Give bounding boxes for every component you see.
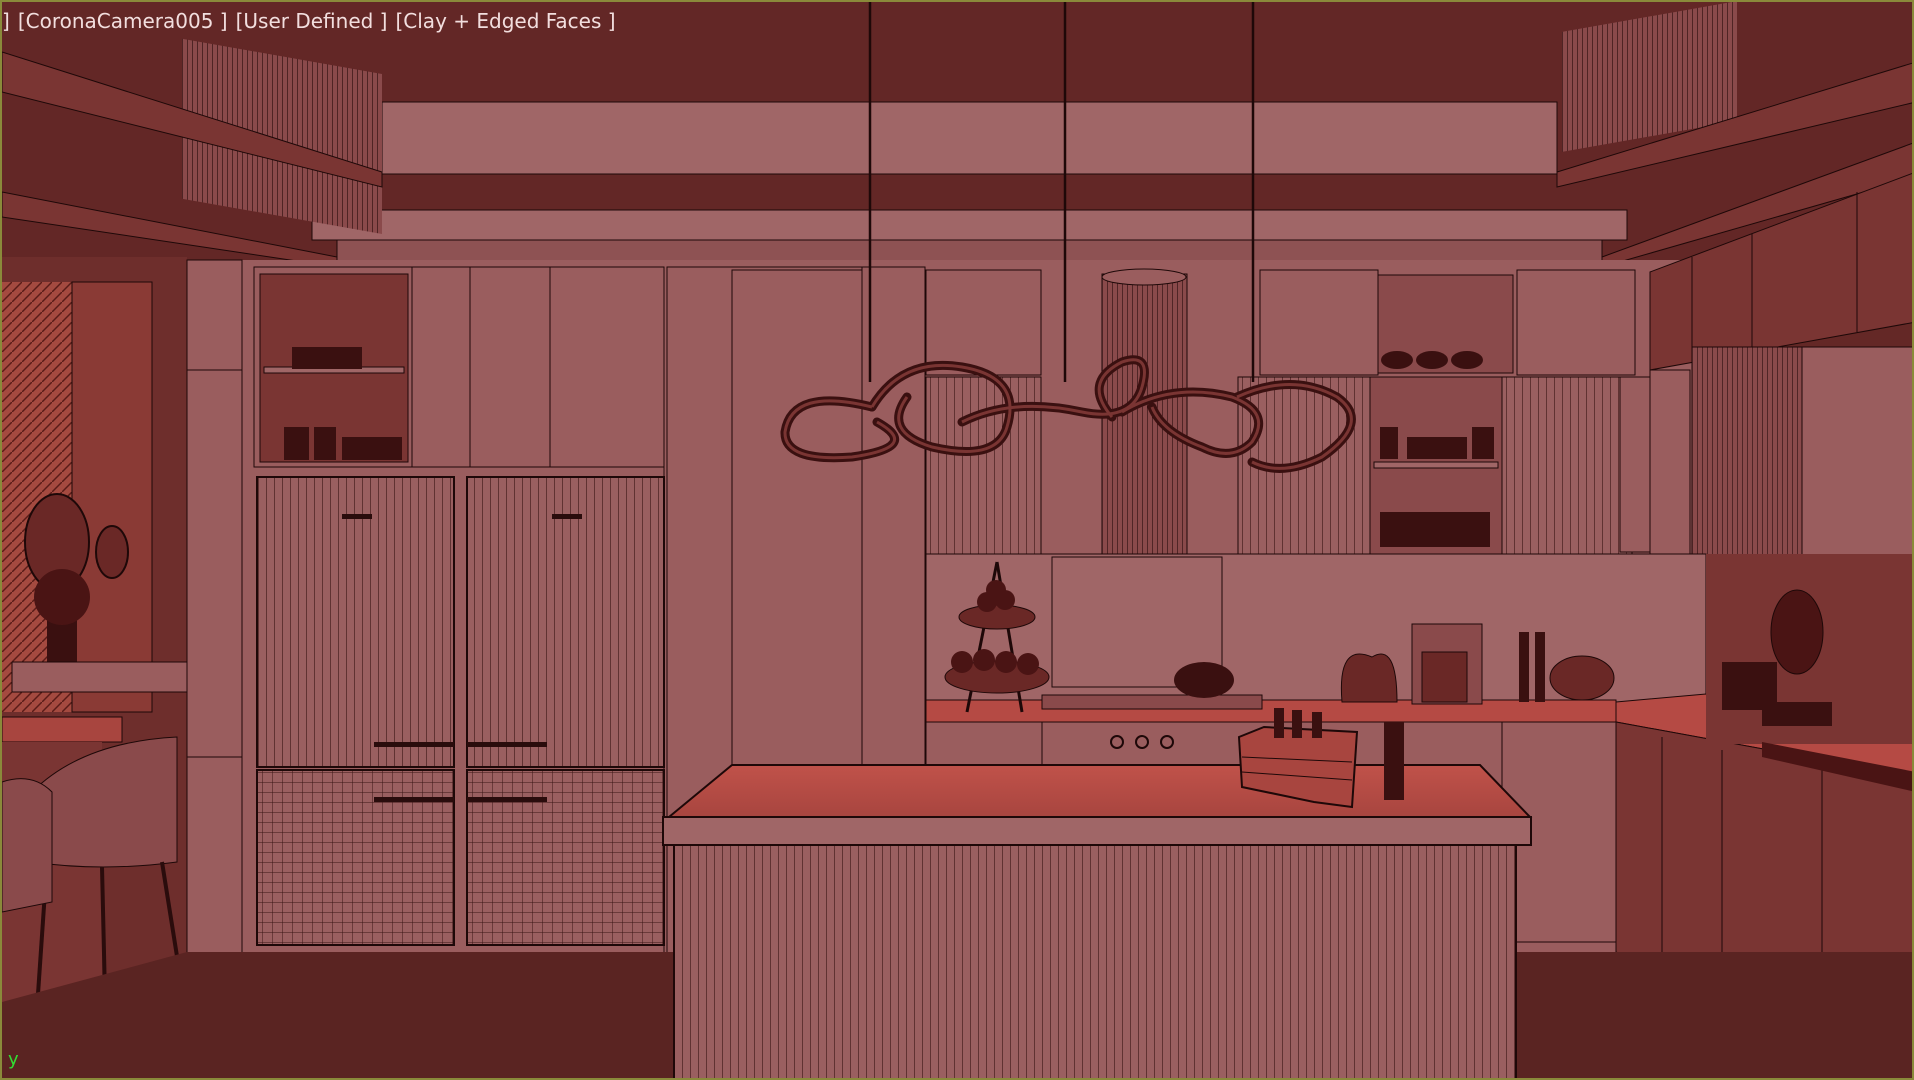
camera-label[interactable]: [CoronaCamera005 ] (18, 9, 228, 33)
bowl (1549, 655, 1615, 701)
ceiling-step (311, 209, 1628, 241)
fridge-right-drawer (466, 769, 665, 946)
fov-mode-label[interactable]: [User Defined ] (236, 9, 388, 33)
viewport-menu-bracket[interactable]: ] (2, 9, 10, 33)
viewport-frame[interactable]: ] [CoronaCamera005 ] [User Defined ] [Clay … (0, 0, 1914, 1080)
ceiling-panel (381, 101, 1558, 175)
back-counter (925, 699, 1617, 723)
axis-gizmo-label: y (8, 1049, 19, 1070)
upper-cabinet (925, 269, 1042, 376)
plant (34, 569, 90, 625)
kitchen-render (2, 2, 1912, 1078)
fridge-left-drawer (256, 769, 455, 946)
shading-mode-label[interactable]: [Clay + Edged Faces ] (395, 9, 615, 33)
cooktop (1041, 694, 1263, 710)
plant-pot (1340, 653, 1398, 703)
pillar (186, 259, 243, 956)
side-counter (2, 716, 123, 743)
fridge-left-door (256, 476, 455, 768)
viewport-label: ] [CoronaCamera005 ] [User Defined ] [Clay … (2, 8, 624, 34)
wall-plate (1770, 589, 1824, 675)
island-fluted-base (673, 844, 1517, 1078)
fridge-right-door (466, 476, 665, 768)
pot (1174, 662, 1234, 698)
